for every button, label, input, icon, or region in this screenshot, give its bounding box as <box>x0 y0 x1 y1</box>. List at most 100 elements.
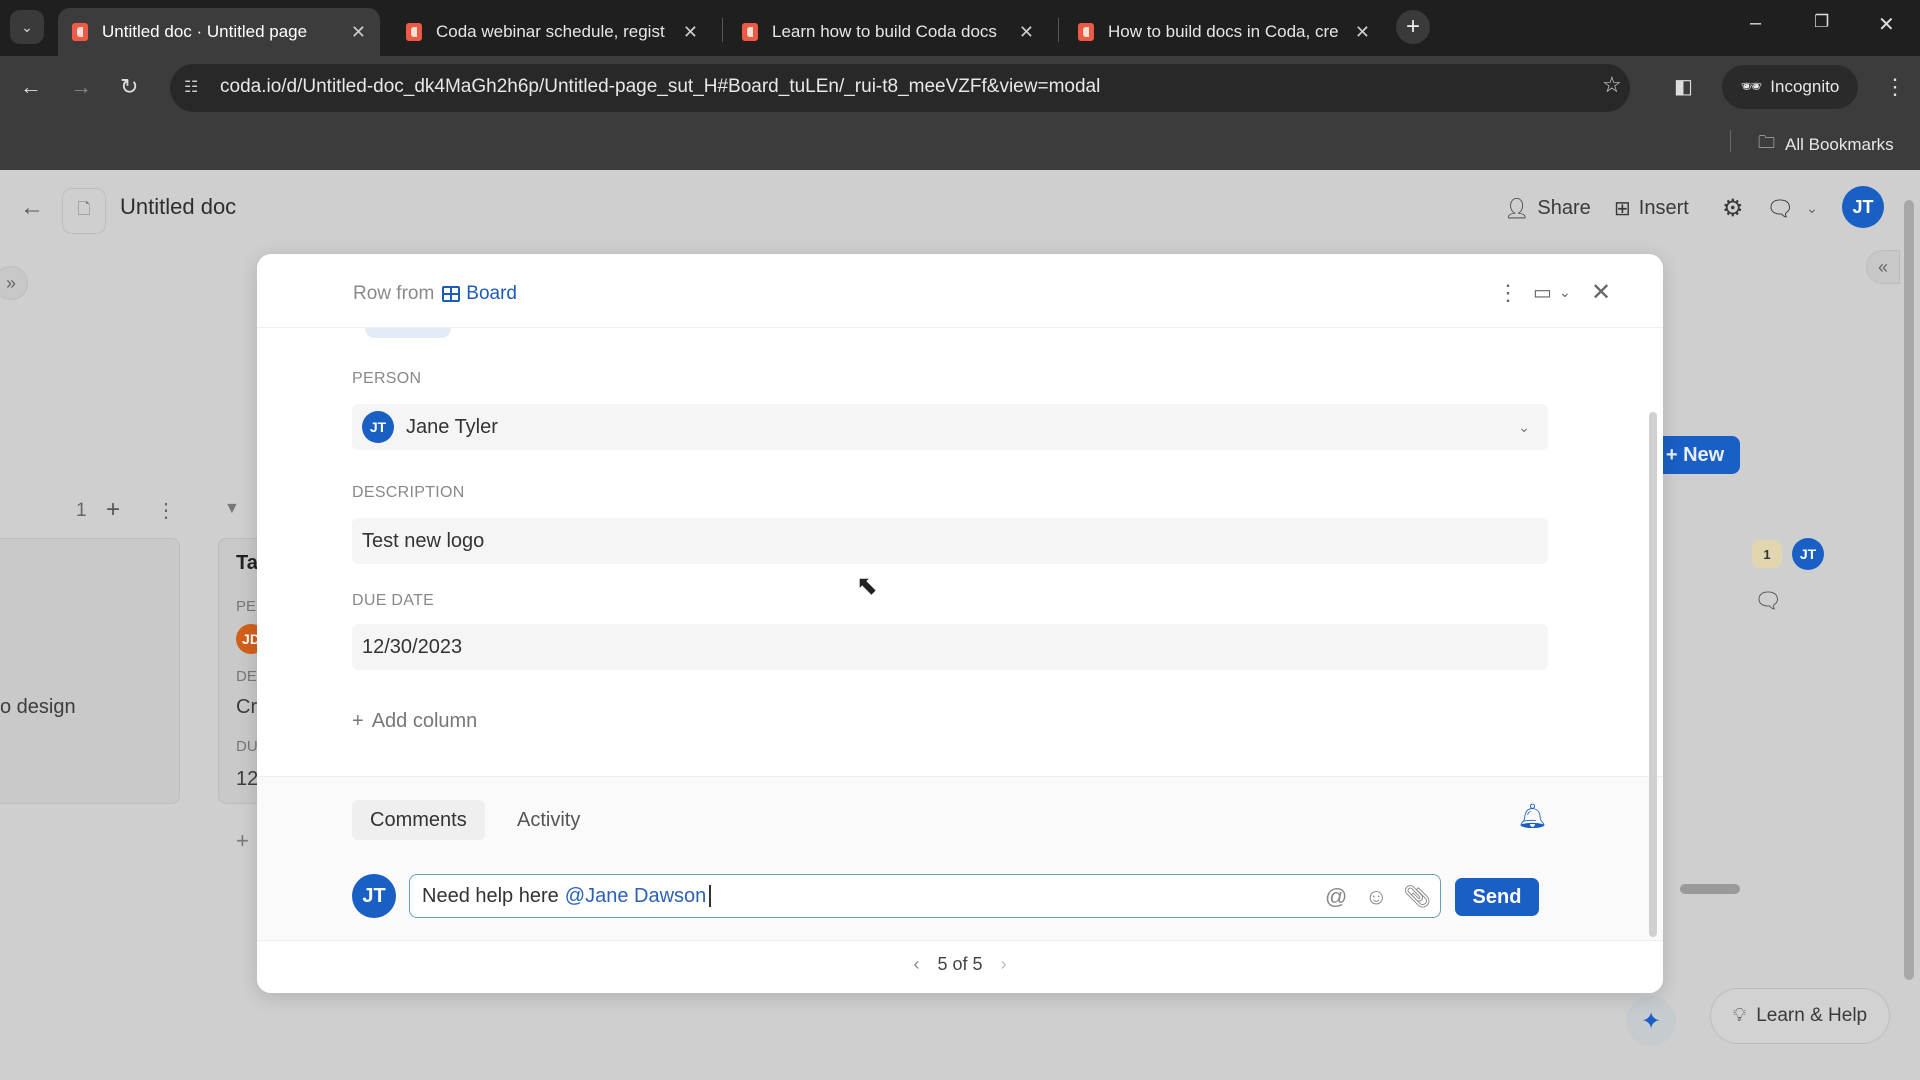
due-date-value: 12/30/2023 <box>362 635 463 658</box>
tab-comments[interactable]: Comments <box>352 800 485 840</box>
card-title: Ta <box>236 552 258 574</box>
due-date-label: DUE DATE <box>352 592 435 609</box>
person-label: PERSON <box>352 370 422 387</box>
view-mode-icon[interactable]: ▭ <box>1533 280 1552 305</box>
notification-bell-icon[interactable]: 🔔︎ <box>1517 802 1547 831</box>
emoji-icon[interactable]: ☺ <box>1365 884 1387 910</box>
ai-sparkle-button[interactable]: ✦ <box>1626 996 1676 1046</box>
browser-tab-active[interactable]: Untitled doc · Untitled page ✕ <box>58 8 380 56</box>
reload-icon[interactable]: ↻ <box>120 74 138 100</box>
doc-title[interactable]: Untitled doc <box>120 194 236 220</box>
doc-back-icon[interactable]: ← <box>20 194 44 222</box>
settings-gear-icon[interactable]: ⚙ <box>1722 194 1744 223</box>
incognito-indicator[interactable]: 🕶 Incognito <box>1722 65 1858 109</box>
mention-at-icon[interactable]: @ <box>1325 884 1347 910</box>
folder-icon: 🗀 <box>1758 133 1775 152</box>
row-from-label: Row from <box>353 283 435 304</box>
bookmark-star-icon[interactable]: ☆ <box>1602 72 1622 98</box>
chevron-down-icon[interactable]: ⌄ <box>1806 200 1818 217</box>
description-value: Test new logo <box>362 529 485 552</box>
url-text[interactable]: coda.io/d/Untitled-doc_dk4MaGh2h6p/Untit… <box>220 76 1100 98</box>
tab-activity[interactable]: Activity <box>517 800 580 840</box>
previous-row-icon[interactable]: ‹ <box>913 954 919 975</box>
chevron-down-icon[interactable]: ⌄ <box>1518 419 1530 436</box>
comment-input[interactable]: Need help here @Jane Dawson <box>409 874 1441 918</box>
view-mode-chevron-icon[interactable]: ⌄ <box>1559 284 1571 301</box>
row-source: Row from Board <box>353 283 517 305</box>
more-options-icon[interactable]: ⋮ <box>1497 280 1519 306</box>
horizontal-scrollbar[interactable] <box>1680 884 1740 894</box>
browser-tab[interactable]: How to build docs in Coda, cre ✕ <box>1064 8 1384 56</box>
bookmarks-bar <box>0 112 1920 170</box>
browser-menu-icon[interactable]: ⋮ <box>1884 74 1906 100</box>
card-due-date: 12 <box>236 768 259 790</box>
insert-label: Insert <box>1638 197 1689 219</box>
coda-favicon-icon <box>742 23 758 41</box>
add-card-icon[interactable]: + <box>106 496 120 524</box>
board-card[interactable] <box>0 538 180 804</box>
table-icon <box>442 286 461 302</box>
tab-title: How to build docs in Coda, cre <box>1108 22 1339 41</box>
page-scrollbar[interactable] <box>1904 200 1914 980</box>
group-menu-icon[interactable]: ⋮ <box>156 498 176 523</box>
new-label: New <box>1683 443 1725 466</box>
tab-separator <box>1058 18 1059 42</box>
send-button[interactable]: Send <box>1455 878 1539 916</box>
share-button[interactable]: 👤︎ Share <box>1504 196 1591 221</box>
close-modal-icon[interactable]: ✕ <box>1591 278 1611 307</box>
user-avatar[interactable]: JT <box>1842 186 1884 228</box>
coda-favicon-icon <box>406 23 422 41</box>
collapse-right-panel-icon[interactable]: « <box>1866 250 1900 284</box>
site-settings-icon[interactable]: ☷ <box>184 77 198 97</box>
lightbulb-icon: 💡︎ <box>1732 1005 1747 1026</box>
description-field[interactable]: Test new logo <box>352 518 1548 564</box>
person-avatar: JT <box>362 411 394 443</box>
minimize-icon[interactable]: – <box>1750 12 1761 35</box>
card-description-label: DE <box>236 668 257 685</box>
close-tab-icon[interactable]: ✕ <box>1355 22 1370 43</box>
source-table-name: Board <box>466 283 517 304</box>
comment-icon[interactable]: 🗨︎ <box>1754 588 1782 614</box>
new-tab-button[interactable]: + <box>1396 10 1430 44</box>
all-bookmarks-label: All Bookmarks <box>1785 134 1894 154</box>
person-value: Jane Tyler <box>406 415 498 438</box>
comment-mention: @Jane Dawson <box>564 884 707 907</box>
sparkle-icon: ✦ <box>1640 1007 1662 1035</box>
all-bookmarks-button[interactable]: 🗀 All Bookmarks <box>1758 130 1894 159</box>
person-field[interactable]: JT Jane Tyler ⌄ <box>352 404 1548 450</box>
side-panel-icon[interactable]: ◧ <box>1674 74 1693 99</box>
card-person-label: PE <box>236 598 257 615</box>
description-label: DESCRIPTION <box>352 484 465 501</box>
coda-favicon-icon <box>72 23 88 41</box>
browser-tab[interactable]: Learn how to build Coda docs ✕ <box>728 8 1048 56</box>
comments-panel-icon[interactable]: 🗨︎ <box>1766 196 1794 222</box>
source-table-link[interactable]: Board <box>442 283 517 305</box>
collapse-group-icon[interactable]: ▼ <box>224 500 240 518</box>
doc-page-icon[interactable]: 🗋 <box>62 188 106 234</box>
close-window-icon[interactable]: ✕ <box>1878 12 1895 37</box>
incognito-label: Incognito <box>1770 77 1840 96</box>
next-row-icon[interactable]: › <box>1001 954 1007 975</box>
add-column-button[interactable]: + Add column <box>352 710 477 733</box>
modal-scrollbar[interactable] <box>1649 412 1657 937</box>
scrolled-chip <box>365 328 451 338</box>
coda-favicon-icon <box>1078 23 1094 41</box>
forward-icon[interactable]: → <box>70 74 92 100</box>
browser-tab[interactable]: Coda webinar schedule, regist ✕ <box>392 8 712 56</box>
attachment-icon[interactable]: 📎︎ <box>1403 884 1431 910</box>
comment-count-badge[interactable]: 1 <box>1752 540 1782 568</box>
tab-search-button[interactable]: ⌄ <box>10 10 44 44</box>
insert-button[interactable]: ⊞ Insert <box>1614 196 1689 221</box>
plus-icon: + <box>352 710 364 732</box>
card-owner-avatar: JT <box>1792 538 1824 570</box>
restore-icon[interactable]: ❐ <box>1814 12 1829 32</box>
new-row-button[interactable]: + New <box>1650 436 1740 474</box>
pager-text: 5 of 5 <box>937 954 983 974</box>
learn-help-button[interactable]: 💡︎ Learn & Help <box>1710 988 1890 1044</box>
close-tab-icon[interactable]: ✕ <box>683 22 698 43</box>
back-icon[interactable]: ← <box>20 74 42 100</box>
add-card-bottom-icon[interactable]: + <box>236 828 249 854</box>
close-tab-icon[interactable]: ✕ <box>1019 22 1034 43</box>
due-date-field[interactable]: 12/30/2023 <box>352 624 1548 670</box>
close-tab-icon[interactable]: ✕ <box>351 22 366 43</box>
